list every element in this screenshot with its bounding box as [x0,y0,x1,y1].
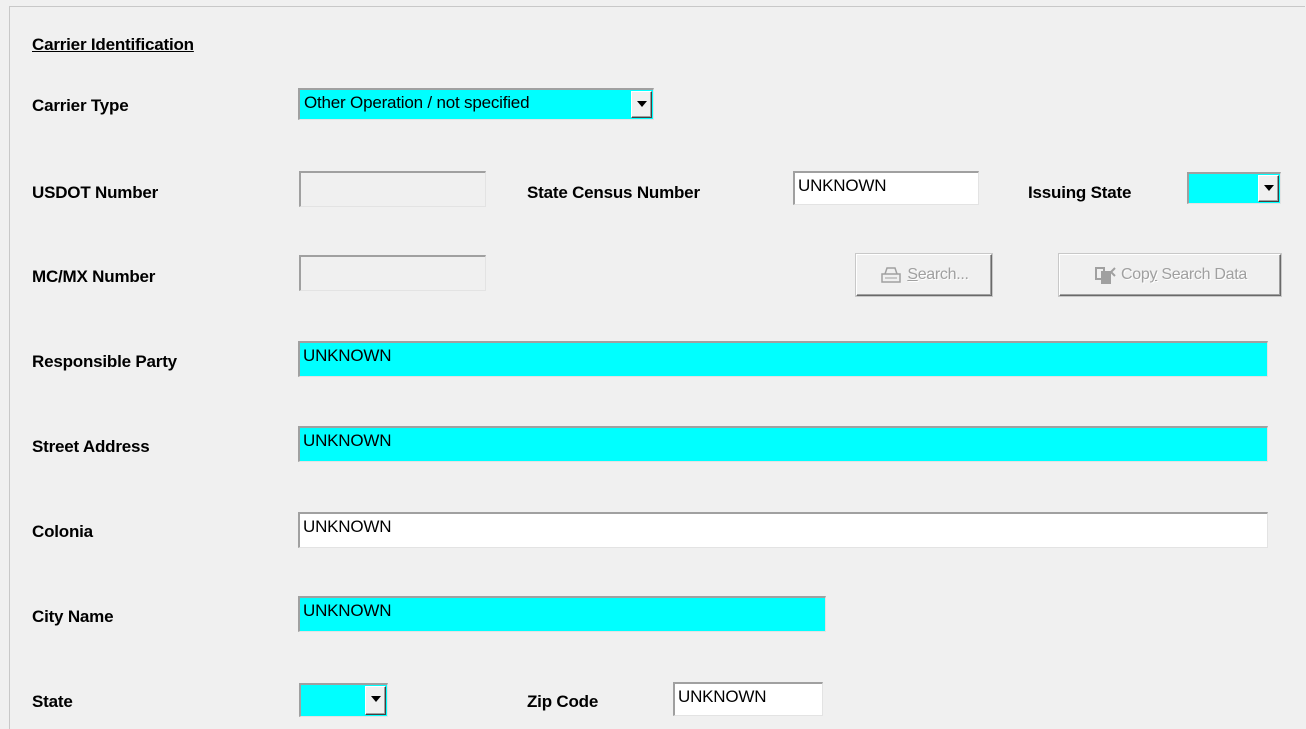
street-address-input[interactable]: UNKNOWN [298,426,1268,462]
carrier-type-select[interactable]: Other Operation / not specified [298,88,654,120]
city-name-input[interactable]: UNKNOWN [298,596,826,632]
colonia-input[interactable]: UNKNOWN [298,512,1268,548]
state-label: State [32,692,73,711]
street-address-label: Street Address [32,437,150,456]
state-census-number-label: State Census Number [527,183,700,202]
state-dropdown-button[interactable] [365,686,386,715]
printer-search-icon [881,267,902,283]
colonia-label: Colonia [32,522,93,541]
responsible-party-label: Responsible Party [32,352,177,371]
carrier-type-dropdown-button[interactable] [631,91,652,118]
carrier-type-label: Carrier Type [32,96,129,115]
issuing-state-label: Issuing State [1028,183,1132,202]
chevron-down-icon [637,101,647,107]
issuing-state-select[interactable] [1187,172,1281,204]
usdot-number-label: USDOT Number [32,183,159,202]
issuing-state-dropdown-button[interactable] [1258,175,1279,202]
section-title: Carrier Identification [32,35,194,54]
zip-code-label: Zip Code [527,692,599,711]
chevron-down-icon [371,696,381,702]
carrier-type-value: Other Operation / not specified [304,93,530,112]
copy-data-icon [1095,267,1116,284]
copy-search-data-button[interactable]: Copy Search Data [1059,254,1281,296]
usdot-number-input[interactable] [299,171,486,207]
chevron-down-icon [1264,185,1274,191]
search-button[interactable]: Search... [856,254,992,296]
mcmx-number-input[interactable] [299,255,486,291]
mcmx-number-label: MC/MX Number [32,267,156,286]
search-button-label: Search... [907,266,969,283]
copy-search-data-button-label: Copy Search Data [1121,266,1247,283]
state-census-number-input[interactable]: UNKNOWN [793,171,979,205]
responsible-party-input[interactable]: UNKNOWN [298,341,1268,377]
zip-code-input[interactable]: UNKNOWN [673,682,823,716]
city-name-label: City Name [32,607,114,626]
state-select[interactable] [299,683,388,717]
